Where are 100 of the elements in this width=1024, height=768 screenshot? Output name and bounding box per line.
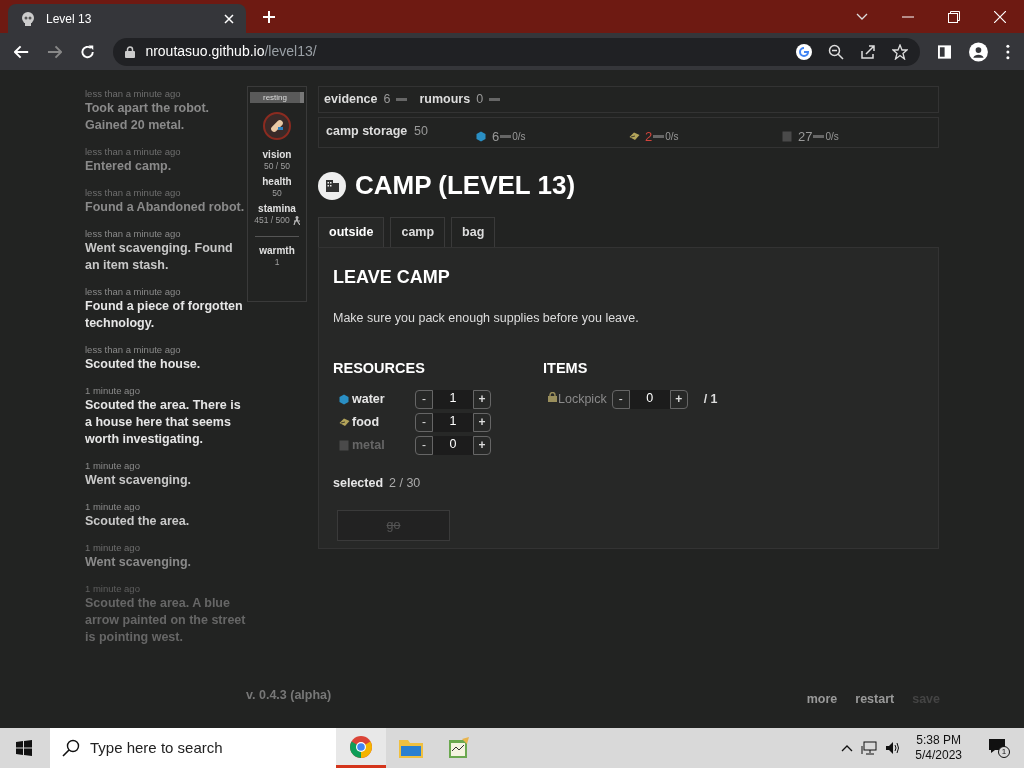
stat-value: 50: [272, 188, 282, 199]
back-icon[interactable]: [14, 44, 30, 59]
log-message: Went scavenging. Found an item stash.: [85, 240, 234, 274]
resource-amount: 2: [645, 128, 653, 146]
close-icon[interactable]: [224, 13, 234, 24]
lock-icon: [548, 391, 557, 402]
notification-count: 1: [998, 746, 1010, 758]
resource-rate: 0/s: [665, 130, 679, 145]
log-time: 1 minute ago: [85, 541, 141, 554]
change-bar: [396, 98, 408, 101]
clock[interactable]: 5:38 PM 5/4/2023: [915, 733, 962, 763]
log-message: Went scavenging.: [85, 554, 193, 571]
version-label: v. 0.4.3 (alpha): [246, 687, 332, 705]
volume-icon[interactable]: [885, 741, 902, 755]
log-message: Scouted the area. A blue arrow painted on the street is pointing west.: [85, 595, 246, 646]
tab[interactable]: bag: [451, 217, 496, 247]
chevron-down-icon[interactable]: [856, 12, 868, 21]
resource-rate: 0/s: [825, 130, 839, 145]
log-time: 1 minute ago: [85, 384, 141, 397]
windows-icon[interactable]: [16, 740, 32, 756]
log-time: 1 minute ago: [85, 459, 141, 472]
stat-value: 0: [476, 91, 484, 109]
url-path: /level13/: [264, 43, 317, 59]
stat-label: warmth: [259, 245, 295, 257]
log-message: Found a piece of forgotten technology.: [85, 298, 244, 332]
stat-label: health: [262, 176, 292, 188]
change-bar: [813, 135, 825, 139]
side-panel-icon[interactable]: [938, 44, 952, 59]
minimize-icon[interactable]: [902, 15, 914, 18]
resource-name: metal: [352, 436, 386, 454]
item-max: / 1: [703, 390, 718, 408]
network-icon[interactable]: [861, 741, 878, 755]
taskbar-search-field[interactable]: Type here to search: [50, 728, 336, 768]
item-name: Lockpick: [558, 390, 607, 408]
plus-button[interactable]: +: [473, 389, 491, 409]
skull-icon: [20, 10, 36, 27]
new-tab-icon[interactable]: [262, 10, 276, 24]
folder-icon[interactable]: [399, 738, 423, 758]
forward-icon[interactable]: [47, 44, 63, 59]
resource-amount: 27: [798, 128, 813, 146]
section-title: RESOURCES: [333, 358, 426, 378]
stat-value: 50 / 50: [264, 161, 290, 172]
log-time: 1 minute ago: [85, 500, 141, 513]
stat-label: evidence: [324, 91, 378, 109]
profile-icon[interactable]: [969, 41, 989, 62]
plus-button[interactable]: +: [473, 412, 491, 432]
taskbar-app[interactable]: [336, 728, 386, 768]
log-time: less than a minute ago: [85, 87, 182, 100]
page-heading: CAMP (LEVEL 13): [355, 169, 576, 202]
change-bar: [489, 98, 501, 101]
footer-link[interactable]: restart: [855, 690, 895, 709]
log-time: less than a minute ago: [85, 227, 182, 240]
selected-count: 2 / 30: [389, 474, 421, 492]
storage-value: 50: [414, 123, 429, 140]
log-message: Scouted the house.: [85, 356, 202, 373]
chevron-up-icon[interactable]: [841, 744, 854, 752]
log-message: Scouted the area. There is a house here that seems worth investigating.: [85, 397, 242, 448]
star-icon[interactable]: [892, 43, 909, 60]
amount-field[interactable]: 0: [629, 389, 670, 409]
share-icon[interactable]: [860, 43, 877, 60]
restore-icon[interactable]: [948, 10, 960, 23]
resource-name: water: [352, 390, 386, 408]
stat-label: stamina: [258, 203, 296, 215]
stat-value: 6: [383, 91, 391, 109]
url-host: nroutasuo.github.io: [145, 43, 265, 59]
address-bar[interactable]: nroutasuo.github.io/level13/: [113, 37, 921, 66]
stat-value: 451 / 500: [254, 215, 290, 226]
plus-button[interactable]: +: [473, 435, 491, 455]
amount-field[interactable]: 1: [433, 412, 473, 432]
search-placeholder: Type here to search: [90, 737, 223, 758]
resource-rate: 0/s: [512, 130, 526, 145]
resource-amount: 6: [492, 128, 500, 146]
selected-label: selected: [333, 474, 384, 492]
log-message: Took apart the robot. Gained 20 metal.: [85, 100, 211, 134]
section-title: ITEMS: [543, 358, 589, 378]
menu-icon[interactable]: [1006, 43, 1010, 60]
stat-label: rumours: [419, 91, 471, 109]
zoom-out-icon[interactable]: [828, 43, 845, 60]
minus-button[interactable]: -: [611, 389, 630, 409]
log-time: less than a minute ago: [85, 285, 182, 298]
footer-link[interactable]: more: [806, 690, 838, 709]
change-bar: [653, 135, 665, 139]
amount-field[interactable]: 1: [433, 389, 473, 409]
runner-icon: [292, 216, 300, 225]
plus-button[interactable]: +: [669, 389, 688, 409]
storage-label: camp storage: [326, 123, 409, 140]
browser-tab[interactable]: Level 13: [8, 4, 246, 33]
resource-name: food: [352, 413, 381, 431]
status-badge: resting: [250, 92, 304, 103]
reload-icon[interactable]: [80, 43, 96, 60]
tab[interactable]: outside: [318, 217, 385, 247]
google-icon[interactable]: [796, 43, 813, 60]
log-message: Entered camp.: [85, 158, 173, 175]
log-message: Went scavenging.: [85, 472, 193, 489]
log-message: Found a Abandoned robot.: [85, 199, 246, 216]
tab[interactable]: camp: [390, 217, 446, 247]
close-icon[interactable]: [994, 10, 1006, 23]
building-icon: [318, 171, 346, 200]
browser-icon: [349, 734, 373, 759]
log-time: less than a minute ago: [85, 343, 182, 356]
